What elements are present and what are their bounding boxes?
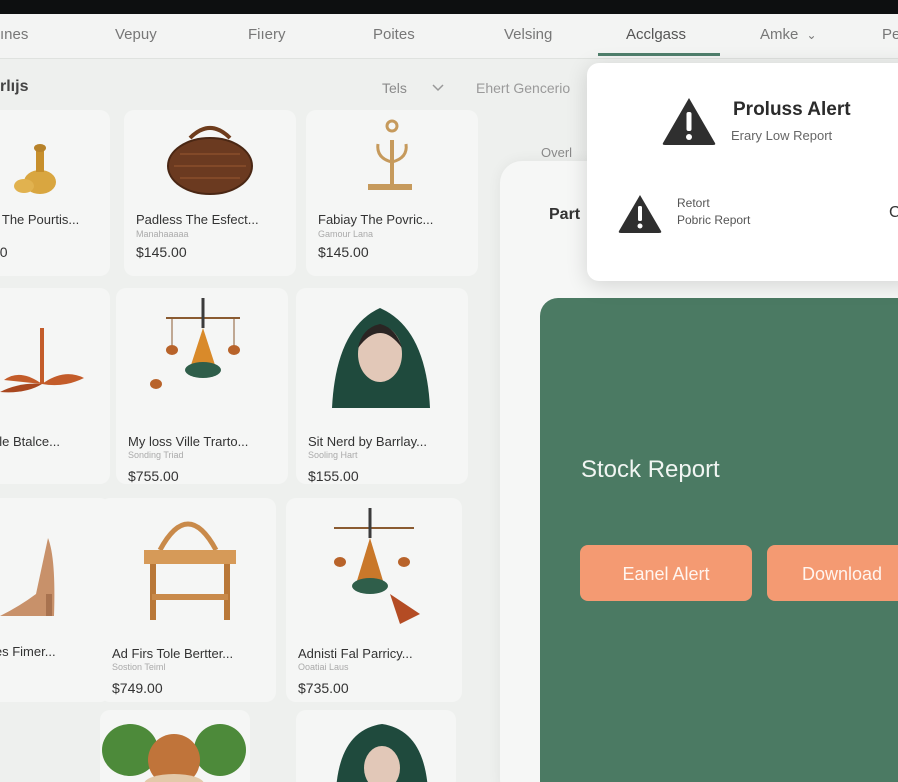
brass-vase-icon — [14, 144, 56, 194]
alert-item-subtitle: Pobric Report — [677, 213, 751, 227]
warning-icon — [618, 195, 662, 233]
app-screen: ınes Vepuy Fiıery Poites Velsing Acclgas… — [0, 14, 898, 782]
alert-item-edge-label: C — [889, 204, 898, 221]
product-card[interactable]: Adnisti Fal Parricy... Ooatiai Laus $735… — [286, 498, 462, 702]
product-price: $755.00 — [128, 468, 179, 484]
product-name: Ad Firs Tole Bertter... — [112, 646, 234, 661]
product-price: $145.00 — [136, 244, 187, 260]
nav-item-7[interactable]: Amke ⌄ — [760, 26, 817, 43]
stock-report-title: Stock Report — [581, 456, 720, 483]
product-subtitle: Gamour Lana — [318, 229, 374, 239]
overview-tab[interactable]: Overl — [541, 145, 572, 160]
alert-popup — [587, 63, 898, 281]
product-card[interactable]: les Fimer... — [0, 498, 110, 702]
product-price: $155.00 — [308, 468, 359, 484]
panel-title: Part — [549, 206, 581, 223]
nav-item-3[interactable]: Fiıery — [248, 26, 286, 43]
squirrel-leaf-icon — [102, 724, 246, 782]
product-name: Sit Nerd by Barrlay... — [308, 434, 427, 449]
product-price: $145.00 — [318, 244, 369, 260]
product-price: $735.00 — [298, 680, 349, 696]
nav-item-4[interactable]: Poites — [373, 26, 415, 43]
alert-item-title: Retort — [677, 196, 710, 210]
grid-title: rlıjs — [0, 78, 29, 95]
product-name: Fabiay The Povric... — [318, 212, 434, 227]
product-subtitle: Sostion Teiml — [112, 662, 166, 672]
product-card[interactable]: My loss Ville Trarto... Sonding Triad $7… — [116, 288, 288, 484]
hanging-lamp-icon — [150, 298, 240, 389]
nav-item-8[interactable]: Pe — [882, 26, 898, 43]
chevron-down-icon: ⌄ — [806, 28, 817, 42]
product-subtitle: Manahaaaaa — [136, 229, 189, 239]
nav-item-1[interactable]: ınes — [0, 26, 28, 43]
product-card[interactable]: ale Btalce... — [0, 288, 110, 484]
product-card[interactable]: Padless The Esfect... Manahaaaaa $145.00 — [124, 110, 296, 276]
cancel-alert-button[interactable]: Eanel Alert — [580, 545, 752, 601]
product-name: My loss Ville Trarto... — [128, 434, 249, 449]
stock-report-card — [540, 298, 898, 782]
product-price: 00 — [0, 244, 8, 260]
product-name: les Fimer... — [0, 644, 56, 659]
product-subtitle: Sonding Triad — [128, 450, 184, 460]
product-price: $749.00 — [112, 680, 163, 696]
woven-bag-icon — [167, 126, 253, 195]
sort-dropdown[interactable]: Ehert Gencerio — [476, 80, 570, 96]
heeled-shoe-icon — [0, 538, 55, 616]
candelabra-icon — [368, 119, 412, 190]
product-subtitle: Sooling Hart — [308, 450, 358, 460]
product-card[interactable] — [100, 710, 250, 782]
product-name: s The Pourtis... — [0, 212, 80, 227]
alert-subtitle: Erary Low Report — [731, 128, 833, 143]
filter-dropdown[interactable]: Tels — [382, 80, 407, 96]
product-subtitle: Ooatiai Laus — [298, 662, 349, 672]
product-card[interactable]: Sit Nerd by Barrlay... Sooling Hart $155… — [296, 288, 468, 484]
hanging-lamp-icon — [334, 508, 420, 624]
product-name: Adnisti Fal Parricy... — [298, 646, 413, 661]
top-nav: ınes Vepuy Fiıery Poites Velsing Acclgas… — [0, 14, 898, 59]
hooded-figure-icon — [332, 308, 430, 408]
product-card[interactable] — [296, 710, 456, 782]
product-card[interactable]: Ad Firs Tole Bertter... Sostion Teiml $7… — [100, 498, 276, 702]
alert-title: Proluss Alert — [733, 99, 851, 120]
download-button[interactable]: Download — [767, 545, 898, 601]
leaf-sculpture-icon — [0, 328, 84, 393]
active-tab-indicator — [598, 53, 720, 56]
nav-item-active[interactable]: Acclgass — [626, 26, 686, 43]
chevron-down-icon — [432, 80, 444, 95]
warning-icon — [662, 98, 716, 145]
product-name: Padless The Esfect... — [136, 212, 259, 227]
product-card[interactable]: s The Pourtis... 00 — [0, 110, 110, 276]
hooded-figure-icon — [336, 724, 428, 782]
nav-item-2[interactable]: Vepuy — [115, 26, 157, 43]
wooden-stool-icon — [144, 521, 236, 620]
product-name: ale Btalce... — [0, 434, 60, 449]
nav-item-5[interactable]: Velsing — [504, 26, 552, 43]
product-card[interactable]: Fabiay The Povric... Gamour Lana $145.00 — [306, 110, 478, 276]
nav-item-7-label: Amke — [760, 26, 799, 43]
